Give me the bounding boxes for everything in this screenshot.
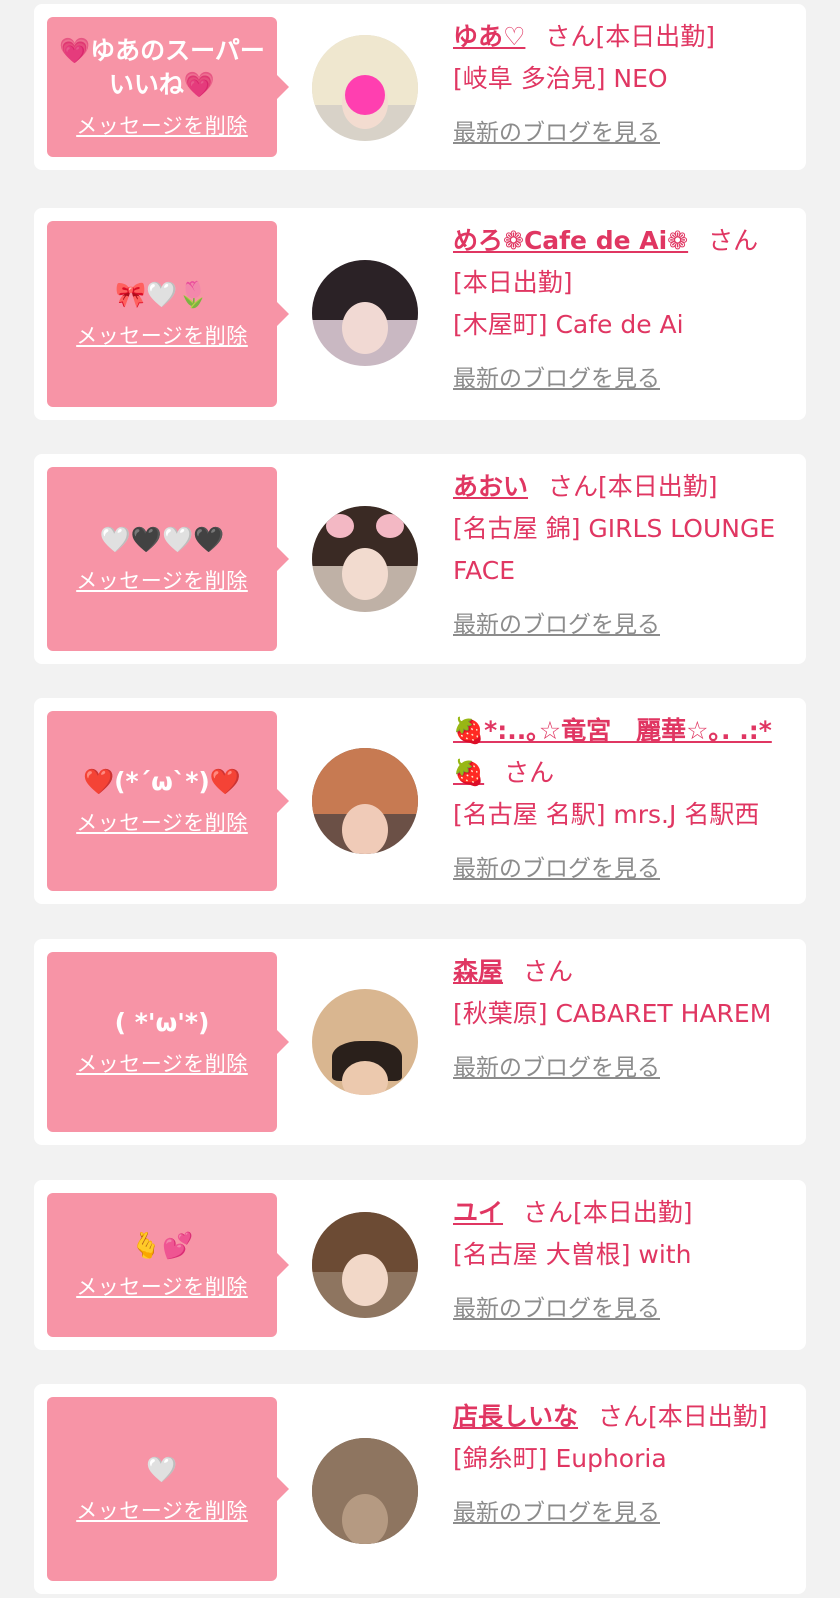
honorific: さん: [523, 957, 574, 986]
name-line: 🍓*:..｡☆竜宮 麗華☆｡. .:*🍓 さん: [453, 710, 792, 794]
shop-info: [秋葉原] CABARET HAREM: [453, 999, 772, 1028]
message-text: 🫰💕: [130, 1231, 194, 1260]
message-text: 🤍: [146, 1455, 178, 1484]
name-line: ユイ さん[本日出勤]: [453, 1192, 792, 1234]
attendance-status: [本日出勤]: [453, 268, 573, 297]
latest-blog-link[interactable]: 最新のブログを見る: [453, 848, 660, 890]
cat-ear-left-icon: [326, 514, 354, 538]
attendance-status: [本日出勤]: [573, 1198, 693, 1227]
avatar[interactable]: [312, 506, 418, 612]
heart-sticker-icon: [345, 75, 385, 115]
list-item: ❤️(*´ω`*)❤️ メッセージを削除 🍓*:..｡☆竜宮 麗華☆｡. .:*…: [34, 698, 806, 904]
entry-info: めろ❁Cafe de Ai❁ さん[本日出勤] [木屋町] Cafe de Ai …: [453, 220, 792, 400]
attendance-status: [本日出勤]: [595, 22, 715, 51]
delete-message-link[interactable]: メッセージを削除: [76, 1048, 248, 1078]
avatar-face: [342, 1254, 388, 1306]
avatar-face: [342, 804, 388, 854]
honorific: さん: [545, 22, 596, 51]
shop-info: [名古屋 錦] GIRLS LOUNGE FACE: [453, 514, 776, 585]
message-bubble: ( *'ω'*) メッセージを削除: [47, 952, 289, 1132]
cast-name-link[interactable]: ゆあ♡: [453, 22, 525, 51]
message-bubble: 🫰💕 メッセージを削除: [47, 1193, 289, 1337]
message-bubble: ❤️(*´ω`*)❤️ メッセージを削除: [47, 711, 289, 891]
cat-ear-right-icon: [376, 514, 404, 538]
honorific: さん: [598, 1402, 649, 1431]
avatar[interactable]: [312, 1212, 418, 1318]
entry-info: ゆあ♡ さん[本日出勤] [岐阜 多治見] NEO 最新のブログを見る: [453, 16, 792, 154]
delete-message-link[interactable]: メッセージを削除: [76, 320, 248, 350]
message-text: 🤍🖤🤍🖤: [99, 525, 225, 554]
list-item: 🎀🤍🌷 メッセージを削除 めろ❁Cafe de Ai❁ さん [本日出勤] [木屋町…: [34, 208, 806, 420]
avatar-face: [342, 548, 388, 600]
latest-blog-link[interactable]: 最新のブログを見る: [453, 1492, 660, 1534]
avatar[interactable]: [312, 35, 418, 141]
name-line: めろ❁Cafe de Ai❁ さん [本日出勤]: [453, 220, 792, 304]
shop-info: [名古屋 名駅] mrs.J 名駅西: [453, 800, 760, 829]
latest-blog-link[interactable]: 最新のブログを見る: [453, 604, 660, 646]
delete-message-link[interactable]: メッセージを削除: [76, 1271, 248, 1301]
latest-blog-link[interactable]: 最新のブログを見る: [453, 1288, 660, 1330]
honorific: さん: [708, 226, 759, 255]
cast-name-link[interactable]: あおい: [453, 472, 528, 501]
message-bubble: 🤍 メッセージを削除: [47, 1397, 289, 1581]
list-item: 🤍 メッセージを削除 店長しいな さん[本日出勤] [錦糸町] Euphoria …: [34, 1384, 806, 1594]
cast-name-link[interactable]: 🍓*:..｡☆竜宮 麗華☆｡. .:*🍓: [453, 716, 772, 787]
avatar[interactable]: [312, 1438, 418, 1544]
delete-message-link[interactable]: メッセージを削除: [76, 1495, 248, 1525]
message-bubble: 💗ゆあのスーパーいいね💗 メッセージを削除: [47, 17, 289, 157]
cast-name-link[interactable]: ユイ: [453, 1198, 503, 1227]
delete-message-link[interactable]: メッセージを削除: [76, 807, 248, 837]
name-line: 店長しいな さん[本日出勤]: [453, 1396, 792, 1438]
cast-name-link[interactable]: 森屋: [453, 957, 503, 986]
entry-info: ユイ さん[本日出勤] [名古屋 大曽根] with 最新のブログを見る: [453, 1192, 792, 1330]
attendance-status: [本日出勤]: [648, 1402, 768, 1431]
entry-info: 森屋 さん [秋葉原] CABARET HAREM 最新のブログを見る: [453, 951, 792, 1089]
name-line: ゆあ♡ さん[本日出勤]: [453, 16, 792, 58]
honorific: さん: [548, 472, 599, 501]
name-line: 森屋 さん: [453, 951, 792, 993]
like-list: 💗ゆあのスーパーいいね💗 メッセージを削除 ゆあ♡ さん[本日出勤] [岐阜 多治…: [0, 0, 840, 1598]
entry-info: 店長しいな さん[本日出勤] [錦糸町] Euphoria 最新のブログを見る: [453, 1396, 792, 1534]
shop-info: [木屋町] Cafe de Ai: [453, 310, 684, 339]
avatar[interactable]: [312, 748, 418, 854]
list-item: 🤍🖤🤍🖤 メッセージを削除 あおい さん[本日出勤] [名古屋 錦] GIRLS …: [34, 454, 806, 664]
message-bubble: 🎀🤍🌷 メッセージを削除: [47, 221, 289, 407]
list-item: 🫰💕 メッセージを削除 ユイ さん[本日出勤] [名古屋 大曽根] with 最新…: [34, 1180, 806, 1350]
name-line: あおい さん[本日出勤]: [453, 466, 792, 508]
shop-info: [錦糸町] Euphoria: [453, 1444, 667, 1473]
shop-info: [名古屋 大曽根] with: [453, 1240, 692, 1269]
entry-info: あおい さん[本日出勤] [名古屋 錦] GIRLS LOUNGE FACE 最新…: [453, 466, 792, 646]
delete-message-link[interactable]: メッセージを削除: [76, 565, 248, 595]
entry-info: 🍓*:..｡☆竜宮 麗華☆｡. .:*🍓 さん [名古屋 名駅] mrs.J 名駅…: [453, 710, 792, 890]
message-text: ❤️(*´ω`*)❤️: [83, 767, 241, 796]
honorific: さん: [504, 758, 555, 787]
message-text: 🎀🤍🌷: [115, 280, 209, 309]
list-item: 💗ゆあのスーパーいいね💗 メッセージを削除 ゆあ♡ さん[本日出勤] [岐阜 多治…: [34, 4, 806, 170]
avatar-face: [342, 1494, 388, 1544]
latest-blog-link[interactable]: 最新のブログを見る: [453, 112, 660, 154]
honorific: さん: [523, 1198, 574, 1227]
cast-name-link[interactable]: 店長しいな: [453, 1402, 578, 1431]
cast-name-link[interactable]: めろ❁Cafe de Ai❁: [453, 226, 688, 255]
latest-blog-link[interactable]: 最新のブログを見る: [453, 1047, 660, 1089]
shop-info: [岐阜 多治見] NEO: [453, 64, 668, 93]
latest-blog-link[interactable]: 最新のブログを見る: [453, 358, 660, 400]
message-bubble: 🤍🖤🤍🖤 メッセージを削除: [47, 467, 289, 651]
message-text: 💗ゆあのスーパーいいね💗: [59, 36, 265, 99]
avatar[interactable]: [312, 260, 418, 366]
attendance-status: [本日出勤]: [598, 472, 718, 501]
avatar-face: [342, 1061, 388, 1095]
delete-message-link[interactable]: メッセージを削除: [76, 110, 248, 140]
avatar-face: [342, 302, 388, 354]
message-text: ( *'ω'*): [114, 1008, 210, 1037]
list-item: ( *'ω'*) メッセージを削除 森屋 さん [秋葉原] CABARET HAR…: [34, 939, 806, 1145]
avatar[interactable]: [312, 989, 418, 1095]
